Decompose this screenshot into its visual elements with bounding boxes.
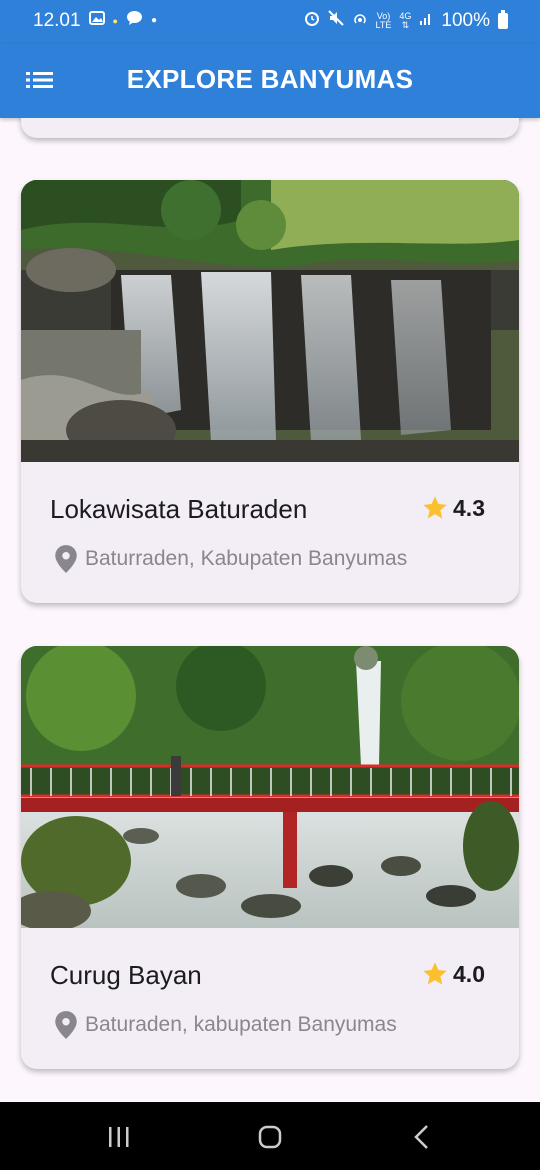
battery-text: 100% [441,10,490,31]
place-name: Curug Bayan [50,960,202,990]
place-location: Baturaden, kabupaten Banyumas [53,1010,397,1040]
place-card[interactable]: Curug Bayan 4.0 Baturaden, kabupaten Ban… [21,646,519,1069]
status-bar: 12.01 ● ● Vo) LTE 4G ⇅ 100% [0,0,540,44]
app-icon: ● [112,16,118,26]
rating-value: 4.3 [453,494,485,521]
star-icon [423,496,447,519]
location-text: Baturraden, Kabupaten Banyumas [85,547,408,570]
chat-icon [126,10,143,32]
app-bar: EXPLORE BANYUMAS [0,44,540,118]
place-card[interactable]: Lokawisata Baturaden 4.3 Baturraden, Kab… [21,180,519,603]
page-title: EXPLORE BANYUMAS [126,64,414,94]
home-icon[interactable] [250,1122,290,1152]
mute-icon [327,10,344,32]
location-pin-icon [55,1011,77,1039]
place-image-waterfall [21,180,519,462]
image-icon [88,10,105,32]
alarm-icon [304,10,320,32]
star-icon [423,962,447,985]
system-nav-bar [0,1102,540,1170]
volte-icon: Vo) LTE [375,11,392,30]
rating-value: 4.0 [453,960,485,987]
recents-icon[interactable] [99,1122,139,1152]
location-text: Baturaden, kabupaten Banyumas [85,1013,397,1036]
place-card-previous[interactable] [21,118,519,138]
location-pin-icon [55,545,77,573]
place-rating: 4.0 [421,960,485,988]
dot-icon: ● [150,15,158,26]
place-rating: 4.3 [421,494,485,522]
places-list[interactable]: Lokawisata Baturaden 4.3 Baturraden, Kab… [0,118,540,1102]
status-time: 12.01 [33,10,81,31]
back-icon[interactable] [401,1122,441,1152]
place-location: Baturraden, Kabupaten Banyumas [53,544,407,574]
place-image-bridge-waterfall [21,646,519,928]
4g-icon: 4G ⇅ [399,11,412,30]
signal-icon [419,11,433,31]
place-name: Lokawisata Baturaden [50,494,308,524]
hotspot-icon [352,10,368,32]
battery-icon [498,10,508,29]
